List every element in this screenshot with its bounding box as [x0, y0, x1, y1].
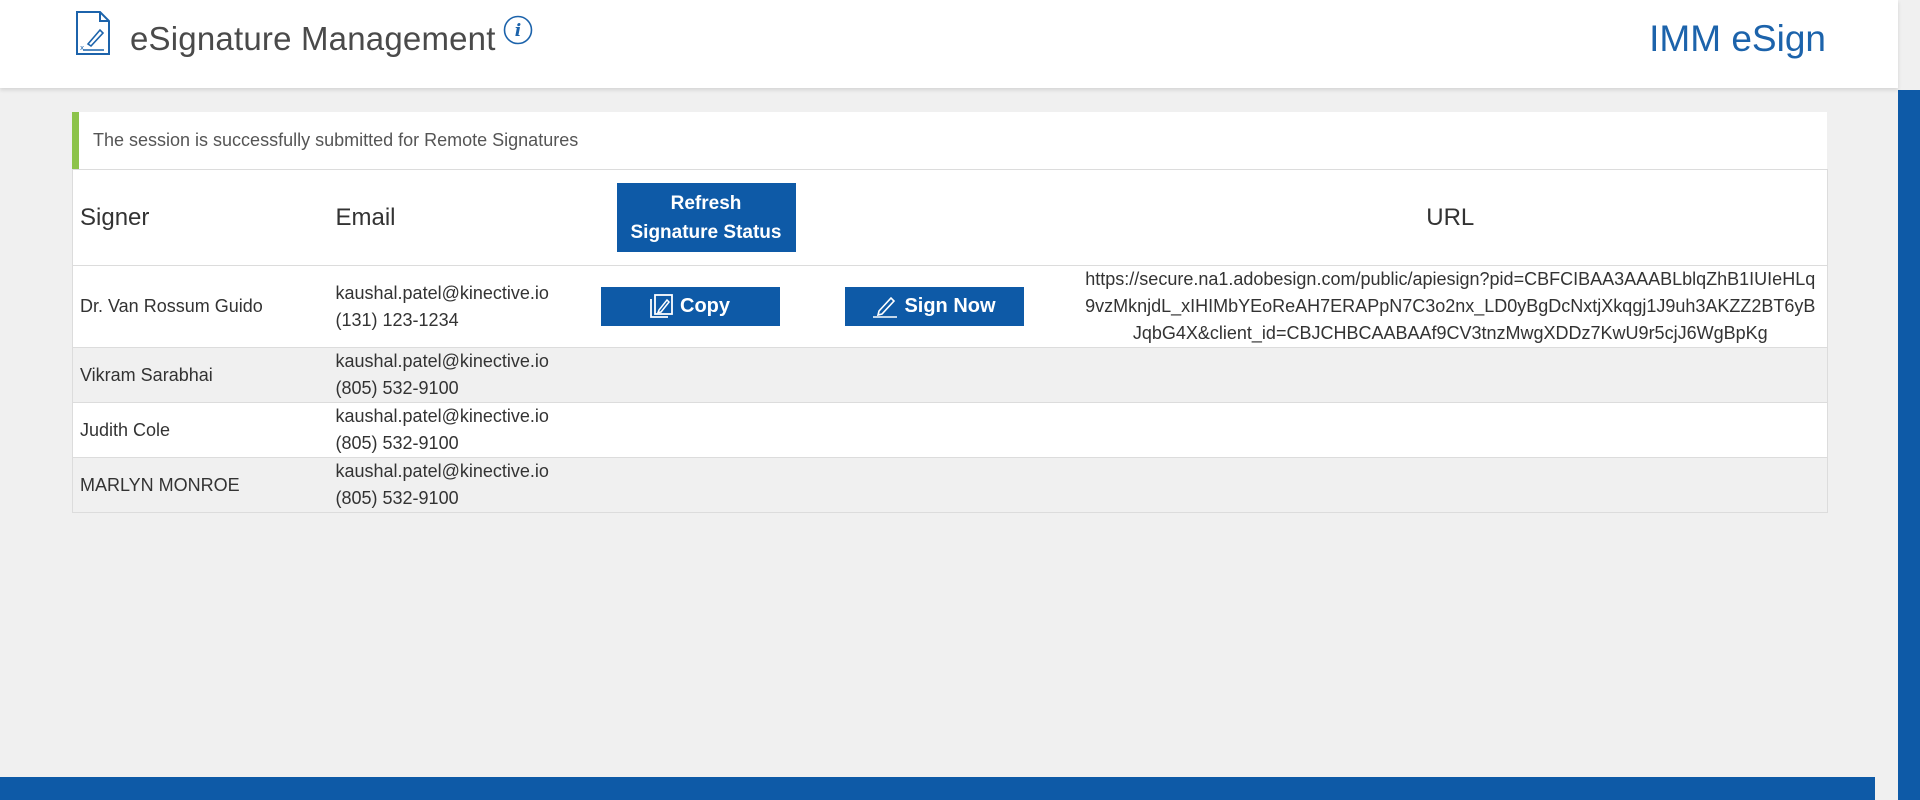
empty-cell: [1073, 457, 1828, 513]
info-icon[interactable]: i: [503, 15, 533, 45]
svg-text:x: x: [80, 44, 84, 52]
footer-bar: [0, 777, 1875, 800]
empty-cell: [1073, 402, 1828, 458]
empty-cell: [1073, 347, 1828, 403]
brand-name: IMM eSign: [1649, 18, 1826, 59]
signer-name: MARLYN MONROE: [72, 457, 336, 513]
refresh-cell: Refresh Signature Status: [600, 169, 1074, 266]
table-row: Vikram Sarabhai kaushal.patel@kinective.…: [72, 347, 1828, 403]
copy-button[interactable]: Copy: [600, 286, 780, 326]
signer-email: kaushal.patel@kinective.io: [335, 406, 549, 426]
refresh-label-line1: Refresh: [670, 192, 742, 214]
empty-cell: [800, 457, 1074, 513]
signer-contact: kaushal.patel@kinective.io (131) 123-123…: [335, 265, 601, 348]
signer-email: kaushal.patel@kinective.io: [335, 351, 549, 371]
right-accent-bar: [1898, 90, 1920, 800]
signer-phone: (805) 532-9100: [335, 433, 459, 453]
sign-now-button[interactable]: Sign Now: [844, 287, 1024, 326]
empty-cell: [600, 347, 801, 403]
pen-sign-icon: [873, 296, 898, 318]
signer-contact: kaushal.patel@kinective.io (805) 532-910…: [335, 457, 601, 513]
empty-cell: [800, 347, 1074, 403]
right-edge-strip: [1898, 0, 1920, 800]
signing-url: https://secure.na1.adobesign.com/public/…: [1073, 265, 1828, 348]
empty-cell: [800, 402, 1074, 458]
table-row: Dr. Van Rossum Guido kaushal.patel@kinec…: [72, 265, 1828, 348]
copy-edit-icon: [650, 294, 673, 319]
svg-text:i: i: [515, 21, 521, 41]
success-banner: The session is successfully submitted fo…: [72, 112, 1827, 169]
signer-contact: kaushal.patel@kinective.io (805) 532-910…: [335, 347, 601, 403]
table-row: Judith Cole kaushal.patel@kinective.io (…: [72, 402, 1828, 458]
sign-now-cell: Sign Now: [800, 265, 1074, 348]
signer-email: kaushal.patel@kinective.io: [335, 461, 549, 481]
signers-table: Signer Email Refresh Signature Status UR…: [72, 169, 1828, 513]
sign-now-label: Sign Now: [904, 295, 996, 317]
signer-name: Judith Cole: [72, 402, 336, 458]
signer-phone: (131) 123-1234: [335, 309, 459, 330]
signer-phone: (805) 532-9100: [335, 378, 459, 398]
refresh-signature-status-button[interactable]: Refresh Signature Status: [616, 183, 796, 252]
page-title: eSignature Management: [130, 20, 496, 57]
table-row: MARLYN MONROE kaushal.patel@kinective.io…: [72, 457, 1828, 513]
copy-label: Copy: [680, 294, 730, 317]
banner-message: The session is successfully submitted fo…: [93, 130, 579, 150]
column-header-url: URL: [1073, 169, 1828, 266]
empty-cell: [600, 457, 801, 513]
document-sign-icon: x: [76, 11, 110, 55]
column-header-signer: Signer: [72, 169, 336, 266]
column-header-email: Email: [335, 169, 601, 266]
signer-contact: kaushal.patel@kinective.io (805) 532-910…: [335, 402, 601, 458]
table-header-row: Signer Email Refresh Signature Status UR…: [72, 169, 1828, 266]
empty-cell: [600, 402, 801, 458]
signer-name: Vikram Sarabhai: [72, 347, 336, 403]
signer-name: Dr. Van Rossum Guido: [72, 265, 336, 348]
app-header: x eSignature Management i IMM eSign: [0, 0, 1898, 88]
copy-cell: Copy: [600, 265, 801, 348]
refresh-label-line2: Signature Status: [630, 221, 782, 243]
signer-phone: (805) 532-9100: [335, 488, 459, 508]
signer-email: kaushal.patel@kinective.io: [335, 282, 549, 303]
